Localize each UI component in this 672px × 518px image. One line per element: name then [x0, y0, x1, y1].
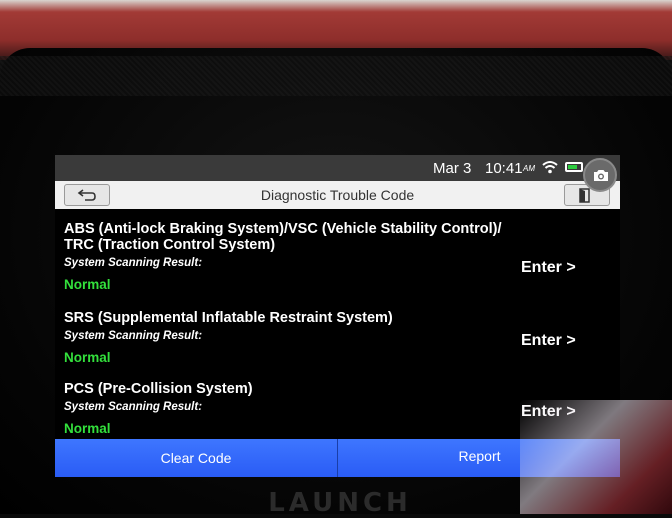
- system-status: Normal: [64, 421, 111, 436]
- title-bar: Diagnostic Trouble Code: [55, 181, 620, 209]
- wifi-icon: [542, 161, 558, 174]
- status-ampm: AM: [523, 164, 535, 173]
- battery-icon: [565, 162, 583, 172]
- page-title: Diagnostic Trouble Code: [260, 187, 415, 203]
- system-scan-caption: System Scanning Result:: [64, 257, 203, 269]
- status-bar: Mar 3 10:41 AM: [55, 155, 620, 181]
- status-time: 10:41: [485, 160, 523, 177]
- system-name: ABS (Anti-lock Braking System)/VSC (Vehi…: [64, 221, 502, 253]
- camera-icon: [594, 170, 608, 181]
- system-status: Normal: [64, 350, 111, 365]
- system-name: SRS (Supplemental Inflatable Restraint S…: [64, 310, 393, 326]
- screen: Mar 3 10:41 AM Diagnostic Trouble Code A…: [55, 155, 620, 477]
- system-scan-caption: System Scanning Result:: [64, 330, 203, 342]
- system-name: PCS (Pre-Collision System): [64, 381, 253, 397]
- enter-button[interactable]: Enter >: [521, 332, 576, 350]
- system-scan-caption: System Scanning Result:: [64, 401, 203, 413]
- enter-button[interactable]: Enter >: [521, 403, 576, 421]
- list-item-srs[interactable]: SRS (Supplemental Inflatable Restraint S…: [55, 310, 620, 372]
- enter-button[interactable]: Enter >: [521, 259, 576, 277]
- list-item-abs[interactable]: ABS (Anti-lock Braking System)/VSC (Vehi…: [55, 221, 620, 303]
- system-list: ABS (Anti-lock Braking System)/VSC (Vehi…: [55, 209, 620, 439]
- bottom-action-bar: Clear Code Report: [55, 439, 620, 477]
- screenshot-button[interactable]: [583, 158, 617, 192]
- report-button[interactable]: Report: [339, 439, 620, 477]
- bezel-texture: [0, 56, 672, 96]
- system-status: Normal: [64, 277, 111, 292]
- status-date: Mar 3: [433, 160, 472, 177]
- list-item-pcs[interactable]: PCS (Pre-Collision System) System Scanni…: [55, 381, 620, 443]
- clear-code-button[interactable]: Clear Code: [55, 439, 338, 477]
